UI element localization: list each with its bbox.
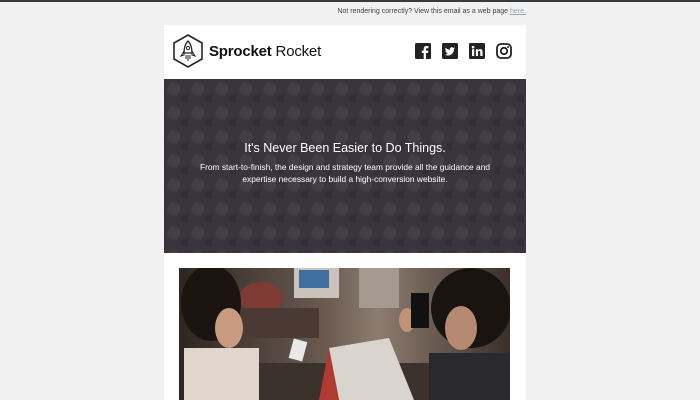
facebook-icon[interactable] xyxy=(415,43,431,59)
hero-body: From start-to-finish, the design and str… xyxy=(199,162,491,184)
hero-title: It's Never Been Easier to Do Things. xyxy=(244,141,446,155)
preheader: Not rendering correctly? View this email… xyxy=(337,8,526,15)
linkedin-icon[interactable] xyxy=(469,43,485,59)
hero-banner: It's Never Been Easier to Do Things. Fro… xyxy=(164,79,526,253)
brand-name-regular: Rocket xyxy=(271,42,322,60)
window-top-border xyxy=(0,0,700,2)
rocket-logo-icon xyxy=(173,34,203,68)
preheader-text: Not rendering correctly? View this email… xyxy=(337,8,509,15)
twitter-icon[interactable] xyxy=(442,43,458,59)
brand-name-bold: Sprocket xyxy=(209,42,272,60)
hero-photo xyxy=(179,268,510,400)
brand-name: Sprocket Rocket xyxy=(209,43,321,60)
email-card: Sprocket Rocket It's Never Been Easier t… xyxy=(164,25,526,400)
email-header: Sprocket Rocket xyxy=(164,25,526,79)
brand-logo[interactable]: Sprocket Rocket xyxy=(172,34,321,68)
web-version-link[interactable]: here. xyxy=(510,8,526,15)
instagram-icon[interactable] xyxy=(496,43,512,59)
social-links xyxy=(415,43,512,59)
